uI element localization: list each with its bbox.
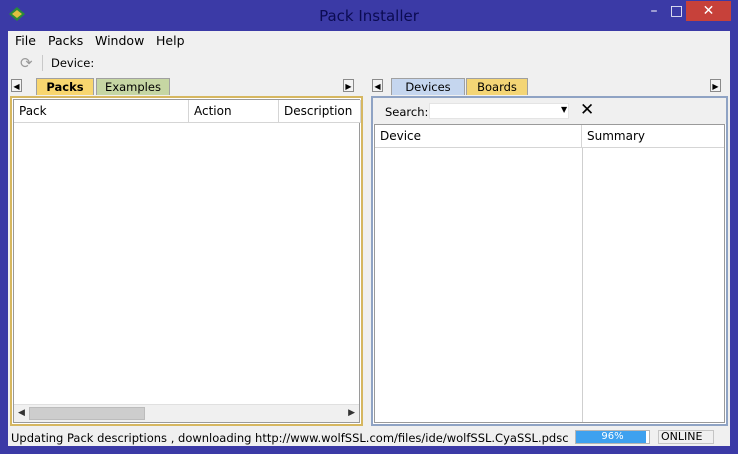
menu-window[interactable]: Window: [95, 33, 144, 48]
status-message: Updating Pack descriptions , downloading…: [11, 431, 569, 445]
devices-frame: Search: ▼ ✕ Device Summary: [371, 96, 728, 426]
column-description[interactable]: Description: [279, 100, 361, 123]
tab-devices[interactable]: Devices: [391, 78, 465, 95]
column-device[interactable]: Device: [375, 125, 582, 148]
refresh-icon[interactable]: ⟳: [20, 55, 36, 71]
tab-boards[interactable]: Boards: [466, 78, 528, 95]
title-bar: Pack Installer – □ ✕: [0, 0, 738, 31]
window-title: Pack Installer: [319, 7, 419, 25]
client-area: File Packs Window Help ⟳ Device: ◀ Packs…: [8, 31, 730, 446]
scrollbar-thumb[interactable]: [29, 407, 145, 420]
packs-frame: Pack Action Description ◀ ▶: [10, 96, 363, 426]
column-action[interactable]: Action: [189, 100, 279, 123]
device-label: Device:: [51, 56, 95, 70]
packs-table: Pack Action Description ◀ ▶: [13, 99, 361, 423]
column-summary[interactable]: Summary: [582, 125, 724, 148]
menu-packs[interactable]: Packs: [48, 33, 83, 48]
scroll-right-icon[interactable]: ▶: [348, 408, 355, 418]
dropdown-arrow-icon[interactable]: ▼: [561, 105, 567, 114]
menu-help[interactable]: Help: [156, 33, 185, 48]
scroll-left-icon[interactable]: ◀: [372, 79, 383, 92]
packs-pane: ◀ Packs Examples ▶ Pack Action Descripti…: [8, 75, 363, 426]
close-button[interactable]: ✕: [686, 1, 731, 21]
menu-file[interactable]: File: [15, 33, 36, 48]
online-status: ONLINE: [658, 430, 714, 444]
tab-packs[interactable]: Packs: [36, 78, 94, 95]
packs-horizontal-scrollbar[interactable]: ◀ ▶: [14, 404, 359, 422]
search-row: Search: ▼ ✕: [373, 98, 726, 124]
search-label: Search:: [385, 105, 429, 119]
tab-examples[interactable]: Examples: [96, 78, 170, 95]
scroll-left-icon[interactable]: ◀: [11, 79, 22, 92]
scroll-right-icon[interactable]: ▶: [710, 79, 721, 92]
maximize-button[interactable]: □: [668, 1, 685, 21]
progress-text: 96%: [601, 431, 624, 442]
right-tab-strip: ◀ Devices Boards ▶: [369, 75, 730, 96]
toolbar: ⟳ Device:: [8, 51, 730, 75]
search-input[interactable]: [429, 103, 569, 119]
toolbar-separator: [42, 55, 43, 71]
devices-table: Device Summary: [374, 124, 725, 423]
column-divider: [582, 148, 583, 422]
devices-pane: ◀ Devices Boards ▶ Search: ▼ ✕ Device Su…: [369, 75, 730, 426]
column-pack[interactable]: Pack: [14, 100, 189, 123]
scroll-right-icon[interactable]: ▶: [343, 79, 354, 92]
left-tab-strip: ◀ Packs Examples ▶: [8, 75, 363, 96]
menu-bar: File Packs Window Help: [8, 31, 730, 50]
scroll-left-icon[interactable]: ◀: [18, 408, 25, 418]
progress-bar: 96%: [575, 430, 650, 444]
minimize-button[interactable]: –: [640, 1, 668, 21]
status-bar: Updating Pack descriptions , downloading…: [8, 429, 730, 446]
clear-search-icon[interactable]: ✕: [580, 101, 594, 119]
